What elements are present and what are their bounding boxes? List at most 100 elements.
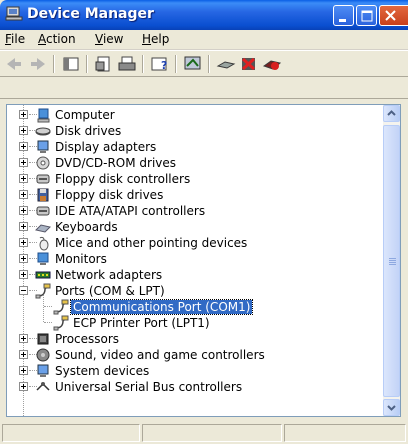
expand-icon[interactable] bbox=[19, 126, 28, 135]
tree-item[interactable]: IDE ATA/ATAPI controllers bbox=[7, 203, 385, 219]
vertical-scrollbar[interactable] bbox=[383, 105, 400, 416]
tree-item-label: Floppy disk drives bbox=[55, 188, 164, 202]
tree-item[interactable]: Monitors bbox=[7, 251, 385, 267]
scroll-up-button[interactable] bbox=[383, 105, 400, 122]
toolbar-separator bbox=[208, 55, 210, 73]
tree-item[interactable]: Floppy disk controllers bbox=[7, 171, 385, 187]
tree-item-label: Display adapters bbox=[55, 140, 157, 154]
expand-icon[interactable] bbox=[19, 110, 28, 119]
scroll-thumb[interactable] bbox=[383, 125, 400, 397]
expand-icon[interactable] bbox=[19, 142, 28, 151]
tree-item-label: Monitors bbox=[55, 252, 107, 266]
tree-item-label: Floppy disk controllers bbox=[55, 172, 191, 186]
maximize-icon bbox=[361, 10, 373, 22]
status-bar bbox=[0, 422, 408, 444]
expand-icon[interactable] bbox=[19, 350, 28, 359]
display-adapter-icon bbox=[35, 139, 51, 155]
tree-item-label-selected: Communications Port (COM1) bbox=[69, 299, 254, 315]
sound-icon bbox=[35, 347, 51, 363]
toolbar: ? bbox=[0, 50, 408, 77]
toolbar-separator bbox=[86, 55, 88, 73]
tree-connector bbox=[44, 322, 52, 324]
expand-icon[interactable] bbox=[19, 270, 28, 279]
scroll-down-button[interactable] bbox=[383, 399, 400, 416]
floppy-drive-icon bbox=[35, 187, 51, 203]
menu-file[interactable]: File bbox=[5, 32, 25, 46]
tree-item-label: Universal Serial Bus controllers bbox=[55, 380, 243, 394]
collapse-icon[interactable] bbox=[19, 286, 28, 295]
close-icon bbox=[385, 10, 396, 21]
device-manager-icon bbox=[5, 6, 23, 21]
scroll-grip bbox=[389, 262, 396, 263]
minimize-icon bbox=[339, 19, 346, 22]
device-manager-window: Device Manager File Action View Help ? C… bbox=[0, 0, 408, 444]
window-title: Device Manager bbox=[27, 6, 154, 22]
disk-drive-icon bbox=[35, 123, 51, 139]
tree-item-child[interactable]: ECP Printer Port (LPT1) bbox=[7, 315, 385, 331]
tree-item[interactable]: Floppy disk drives bbox=[7, 187, 385, 203]
menu-help-accel: H bbox=[142, 32, 152, 46]
expand-icon[interactable] bbox=[19, 206, 28, 215]
system-device-icon bbox=[35, 363, 51, 379]
expand-icon[interactable] bbox=[19, 190, 28, 199]
tree-item[interactable]: Display adapters bbox=[7, 139, 385, 155]
tree-item-label: ECP Printer Port (LPT1) bbox=[73, 316, 210, 330]
expand-icon[interactable] bbox=[19, 366, 28, 375]
scroll-grip bbox=[389, 264, 396, 265]
tree-item[interactable]: Universal Serial Bus controllers bbox=[7, 379, 385, 395]
menu-view[interactable]: View bbox=[95, 32, 123, 46]
update-driver-icon bbox=[216, 61, 236, 69]
tree-item-label: Mice and other pointing devices bbox=[55, 236, 248, 250]
chevron-down-icon bbox=[387, 405, 396, 411]
tree-item[interactable]: Ports (COM & LPT) bbox=[7, 283, 385, 299]
tree-item[interactable]: Mice and other pointing devices bbox=[7, 235, 385, 251]
chevron-up-icon bbox=[387, 110, 396, 116]
tree-item[interactable]: Processors bbox=[7, 331, 385, 347]
menu-bar: File Action View Help bbox=[0, 30, 408, 50]
expand-icon[interactable] bbox=[19, 174, 28, 183]
show-hide-console-tree-button[interactable] bbox=[60, 54, 82, 74]
uninstall-button[interactable] bbox=[238, 54, 260, 74]
tree-item-label: DVD/CD-ROM drives bbox=[55, 156, 177, 170]
scan-hardware-button[interactable] bbox=[182, 54, 204, 74]
scroll-grip bbox=[389, 260, 396, 261]
title-bar[interactable]: Device Manager bbox=[0, 0, 408, 30]
tree-item[interactable]: Disk drives bbox=[7, 123, 385, 139]
menu-action[interactable]: Action bbox=[38, 32, 76, 46]
close-button[interactable] bbox=[379, 5, 408, 26]
menu-view-label: iew bbox=[102, 32, 124, 46]
tree-connector bbox=[44, 306, 52, 308]
tree-item[interactable]: DVD/CD-ROM drives bbox=[7, 155, 385, 171]
print-button[interactable] bbox=[116, 54, 138, 74]
help-button[interactable]: ? bbox=[149, 54, 171, 74]
tree-item-label: System devices bbox=[55, 364, 150, 378]
expand-icon[interactable] bbox=[19, 382, 28, 391]
pane-divider bbox=[0, 98, 408, 99]
tree-item[interactable]: Computer bbox=[7, 107, 385, 123]
back-button[interactable] bbox=[3, 54, 25, 74]
tree-item[interactable]: Keyboards bbox=[7, 219, 385, 235]
minimize-button[interactable] bbox=[333, 5, 354, 26]
expand-icon[interactable] bbox=[19, 238, 28, 247]
disable-icon bbox=[262, 60, 282, 70]
computer-icon bbox=[35, 107, 51, 123]
properties-button[interactable] bbox=[93, 54, 115, 74]
floppy-controller-icon bbox=[35, 171, 51, 187]
menu-action-label: ction bbox=[46, 32, 76, 46]
expand-icon[interactable] bbox=[19, 334, 28, 343]
tree-item[interactable]: Sound, video and game controllers bbox=[7, 347, 385, 363]
expand-icon[interactable] bbox=[19, 254, 28, 263]
maximize-button[interactable] bbox=[356, 5, 377, 26]
tree-item[interactable]: System devices bbox=[7, 363, 385, 379]
keyboard-icon bbox=[35, 219, 51, 235]
expand-icon[interactable] bbox=[19, 158, 28, 167]
disable-button[interactable] bbox=[261, 54, 283, 74]
network-adapter-icon bbox=[35, 267, 51, 283]
menu-help[interactable]: Help bbox=[142, 32, 169, 46]
tree-item[interactable]: Network adapters bbox=[7, 267, 385, 283]
expand-icon[interactable] bbox=[19, 222, 28, 231]
update-driver-button[interactable] bbox=[215, 54, 237, 74]
forward-button[interactable] bbox=[27, 54, 49, 74]
tree-item-child[interactable]: Communications Port (COM1) bbox=[7, 299, 385, 315]
port-icon bbox=[53, 299, 69, 315]
